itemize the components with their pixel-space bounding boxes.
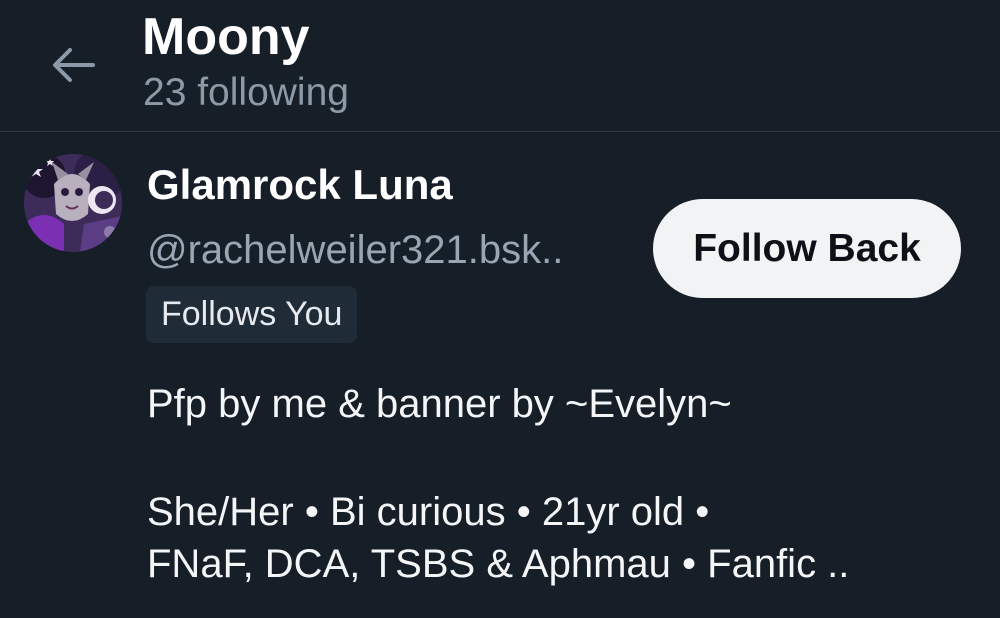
page-title: Moony [142, 8, 310, 66]
bio-line: FNaF, DCA, TSBS & Aphmau • Fanfic .. [147, 542, 850, 586]
bio-line: Pfp by me & banner by ~Evelyn~ [147, 382, 732, 426]
user-handle: @rachelweiler321.bsk.. [147, 228, 564, 272]
following-count: 23 following [143, 71, 349, 114]
avatar[interactable] [24, 154, 122, 252]
avatar-image [24, 154, 122, 252]
profile-list-item[interactable]: Glamrock Luna @rachelweiler321.bsk.. Fol… [0, 132, 1000, 618]
arrow-left-icon [53, 48, 95, 82]
follows-you-badge: Follows You [146, 286, 358, 343]
bio-line: She/Her • Bi curious • 21yr old • [147, 490, 710, 534]
page-header: Moony 23 following [0, 0, 1000, 132]
back-button[interactable] [44, 38, 102, 92]
following-screen: Moony 23 following Glamrock Luna @rachel… [0, 0, 1000, 618]
follow-back-button[interactable]: Follow Back [653, 199, 961, 298]
profile-bio: Pfp by me & banner by ~Evelyn~ She/Her •… [147, 378, 987, 590]
display-name[interactable]: Glamrock Luna [147, 160, 453, 210]
bio-spacer [147, 430, 987, 486]
